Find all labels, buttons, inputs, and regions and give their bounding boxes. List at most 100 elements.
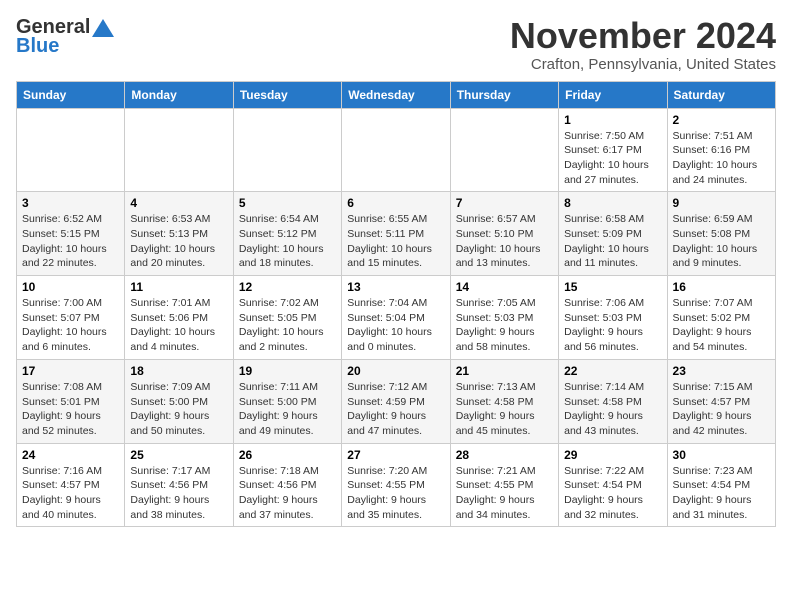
day-info: Sunrise: 7:50 AM Sunset: 6:17 PM Dayligh… (564, 129, 661, 188)
calendar-cell: 6 Sunrise: 6:55 AM Sunset: 5:11 PM Daylig… (342, 192, 450, 276)
calendar-cell (17, 108, 125, 192)
calendar-cell: 15 Sunrise: 7:06 AM Sunset: 5:03 PM Dayli… (559, 276, 667, 360)
calendar-cell (233, 108, 341, 192)
calendar-cell: 12Sunrise: 7:02 AM Sunset: 5:05 PM Dayli… (233, 276, 341, 360)
day-number: 5 (239, 196, 336, 210)
day-number: 21 (456, 364, 553, 378)
calendar-cell: 2 Sunrise: 7:51 AM Sunset: 6:16 PM Daylig… (667, 108, 775, 192)
day-info: Sunrise: 6:55 AM Sunset: 5:11 PM Dayligh… (347, 212, 444, 271)
calendar-cell: 1 Sunrise: 7:50 AM Sunset: 6:17 PM Daylig… (559, 108, 667, 192)
calendar-cell: 20 Sunrise: 7:12 AM Sunset: 4:59 PM Dayli… (342, 359, 450, 443)
day-number: 15 (564, 280, 661, 294)
day-number: 24 (22, 448, 119, 462)
day-info: Sunrise: 6:57 AM Sunset: 5:10 PM Dayligh… (456, 212, 553, 271)
day-number: 26 (239, 448, 336, 462)
logo-text-blue: Blue (16, 35, 59, 58)
day-number: 29 (564, 448, 661, 462)
day-info: Sunrise: 6:52 AM Sunset: 5:15 PM Dayligh… (22, 212, 119, 271)
logo: General Blue (16, 16, 114, 58)
calendar-cell: 27 Sunrise: 7:20 AM Sunset: 4:55 PM Dayli… (342, 443, 450, 527)
day-info: Sunrise: 7:08 AM Sunset: 5:01 PM Dayligh… (22, 380, 119, 439)
day-info: Sunrise: 7:12 AM Sunset: 4:59 PM Dayligh… (347, 380, 444, 439)
day-header-monday: Monday (125, 81, 233, 108)
day-info: Sunrise: 6:53 AM Sunset: 5:13 PM Dayligh… (130, 212, 227, 271)
day-number: 20 (347, 364, 444, 378)
week-row-3: 10 Sunrise: 7:00 AM Sunset: 5:07 PM Dayli… (17, 276, 776, 360)
calendar-cell (125, 108, 233, 192)
day-number: 23 (673, 364, 770, 378)
day-info: Sunrise: 7:16 AM Sunset: 4:57 PM Dayligh… (22, 464, 119, 523)
calendar-cell: 5 Sunrise: 6:54 AM Sunset: 5:12 PM Daylig… (233, 192, 341, 276)
calendar-cell: 26 Sunrise: 7:18 AM Sunset: 4:56 PM Dayli… (233, 443, 341, 527)
day-header-wednesday: Wednesday (342, 81, 450, 108)
day-info: Sunrise: 6:58 AM Sunset: 5:09 PM Dayligh… (564, 212, 661, 271)
calendar-cell: 13Sunrise: 7:04 AM Sunset: 5:04 PM Dayli… (342, 276, 450, 360)
day-info: Sunrise: 7:11 AM Sunset: 5:00 PM Dayligh… (239, 380, 336, 439)
calendar-cell (342, 108, 450, 192)
calendar-cell: 22 Sunrise: 7:14 AM Sunset: 4:58 PM Dayli… (559, 359, 667, 443)
calendar-cell: 19 Sunrise: 7:11 AM Sunset: 5:00 PM Dayli… (233, 359, 341, 443)
day-info: Sunrise: 7:18 AM Sunset: 4:56 PM Dayligh… (239, 464, 336, 523)
day-info: Sunrise: 7:04 AM Sunset: 5:04 PM Dayligh… (347, 296, 444, 355)
day-info: Sunrise: 7:22 AM Sunset: 4:54 PM Dayligh… (564, 464, 661, 523)
calendar-cell: 29 Sunrise: 7:22 AM Sunset: 4:54 PM Dayli… (559, 443, 667, 527)
day-info: Sunrise: 7:20 AM Sunset: 4:55 PM Dayligh… (347, 464, 444, 523)
day-header-friday: Friday (559, 81, 667, 108)
calendar-cell: 9Sunrise: 6:59 AM Sunset: 5:08 PM Daylig… (667, 192, 775, 276)
calendar-cell: 3Sunrise: 6:52 AM Sunset: 5:15 PM Daylig… (17, 192, 125, 276)
week-row-4: 17 Sunrise: 7:08 AM Sunset: 5:01 PM Dayli… (17, 359, 776, 443)
day-number: 2 (673, 113, 770, 127)
day-number: 16 (673, 280, 770, 294)
day-number: 14 (456, 280, 553, 294)
day-number: 8 (564, 196, 661, 210)
day-info: Sunrise: 7:21 AM Sunset: 4:55 PM Dayligh… (456, 464, 553, 523)
day-info: Sunrise: 7:00 AM Sunset: 5:07 PM Dayligh… (22, 296, 119, 355)
day-info: Sunrise: 7:13 AM Sunset: 4:58 PM Dayligh… (456, 380, 553, 439)
day-number: 6 (347, 196, 444, 210)
day-info: Sunrise: 6:54 AM Sunset: 5:12 PM Dayligh… (239, 212, 336, 271)
day-header-saturday: Saturday (667, 81, 775, 108)
day-info: Sunrise: 7:09 AM Sunset: 5:00 PM Dayligh… (130, 380, 227, 439)
day-number: 11 (130, 280, 227, 294)
day-number: 9 (673, 196, 770, 210)
calendar-cell: 21 Sunrise: 7:13 AM Sunset: 4:58 PM Dayli… (450, 359, 558, 443)
day-number: 1 (564, 113, 661, 127)
day-number: 27 (347, 448, 444, 462)
day-info: Sunrise: 7:15 AM Sunset: 4:57 PM Dayligh… (673, 380, 770, 439)
day-info: Sunrise: 7:23 AM Sunset: 4:54 PM Dayligh… (673, 464, 770, 523)
week-row-5: 24 Sunrise: 7:16 AM Sunset: 4:57 PM Dayli… (17, 443, 776, 527)
day-number: 28 (456, 448, 553, 462)
day-info: Sunrise: 7:07 AM Sunset: 5:02 PM Dayligh… (673, 296, 770, 355)
day-number: 22 (564, 364, 661, 378)
calendar-cell: 7Sunrise: 6:57 AM Sunset: 5:10 PM Daylig… (450, 192, 558, 276)
calendar-cell: 28 Sunrise: 7:21 AM Sunset: 4:55 PM Dayli… (450, 443, 558, 527)
calendar-cell: 11 Sunrise: 7:01 AM Sunset: 5:06 PM Dayli… (125, 276, 233, 360)
day-number: 10 (22, 280, 119, 294)
day-number: 19 (239, 364, 336, 378)
day-header-tuesday: Tuesday (233, 81, 341, 108)
day-number: 17 (22, 364, 119, 378)
day-info: Sunrise: 7:17 AM Sunset: 4:56 PM Dayligh… (130, 464, 227, 523)
month-title: November 2024 (510, 16, 776, 56)
calendar-cell: 10 Sunrise: 7:00 AM Sunset: 5:07 PM Dayli… (17, 276, 125, 360)
calendar-cell: 17 Sunrise: 7:08 AM Sunset: 5:01 PM Dayli… (17, 359, 125, 443)
day-header-sunday: Sunday (17, 81, 125, 108)
logo-icon (92, 19, 114, 37)
week-row-2: 3Sunrise: 6:52 AM Sunset: 5:15 PM Daylig… (17, 192, 776, 276)
header-row: SundayMondayTuesdayWednesdayThursdayFrid… (17, 81, 776, 108)
calendar-cell: 25Sunrise: 7:17 AM Sunset: 4:56 PM Dayli… (125, 443, 233, 527)
day-number: 30 (673, 448, 770, 462)
day-info: Sunrise: 7:05 AM Sunset: 5:03 PM Dayligh… (456, 296, 553, 355)
calendar-cell: 30 Sunrise: 7:23 AM Sunset: 4:54 PM Dayli… (667, 443, 775, 527)
day-info: Sunrise: 7:51 AM Sunset: 6:16 PM Dayligh… (673, 129, 770, 188)
day-info: Sunrise: 7:06 AM Sunset: 5:03 PM Dayligh… (564, 296, 661, 355)
day-info: Sunrise: 7:01 AM Sunset: 5:06 PM Dayligh… (130, 296, 227, 355)
day-number: 18 (130, 364, 227, 378)
calendar-cell: 16 Sunrise: 7:07 AM Sunset: 5:02 PM Dayli… (667, 276, 775, 360)
day-info: Sunrise: 7:14 AM Sunset: 4:58 PM Dayligh… (564, 380, 661, 439)
calendar-cell: 14 Sunrise: 7:05 AM Sunset: 5:03 PM Dayli… (450, 276, 558, 360)
calendar-table: SundayMondayTuesdayWednesdayThursdayFrid… (16, 81, 776, 528)
calendar-cell: 24 Sunrise: 7:16 AM Sunset: 4:57 PM Dayli… (17, 443, 125, 527)
day-info: Sunrise: 7:02 AM Sunset: 5:05 PM Dayligh… (239, 296, 336, 355)
header: General Blue November 2024 Crafton, Penn… (16, 16, 776, 73)
